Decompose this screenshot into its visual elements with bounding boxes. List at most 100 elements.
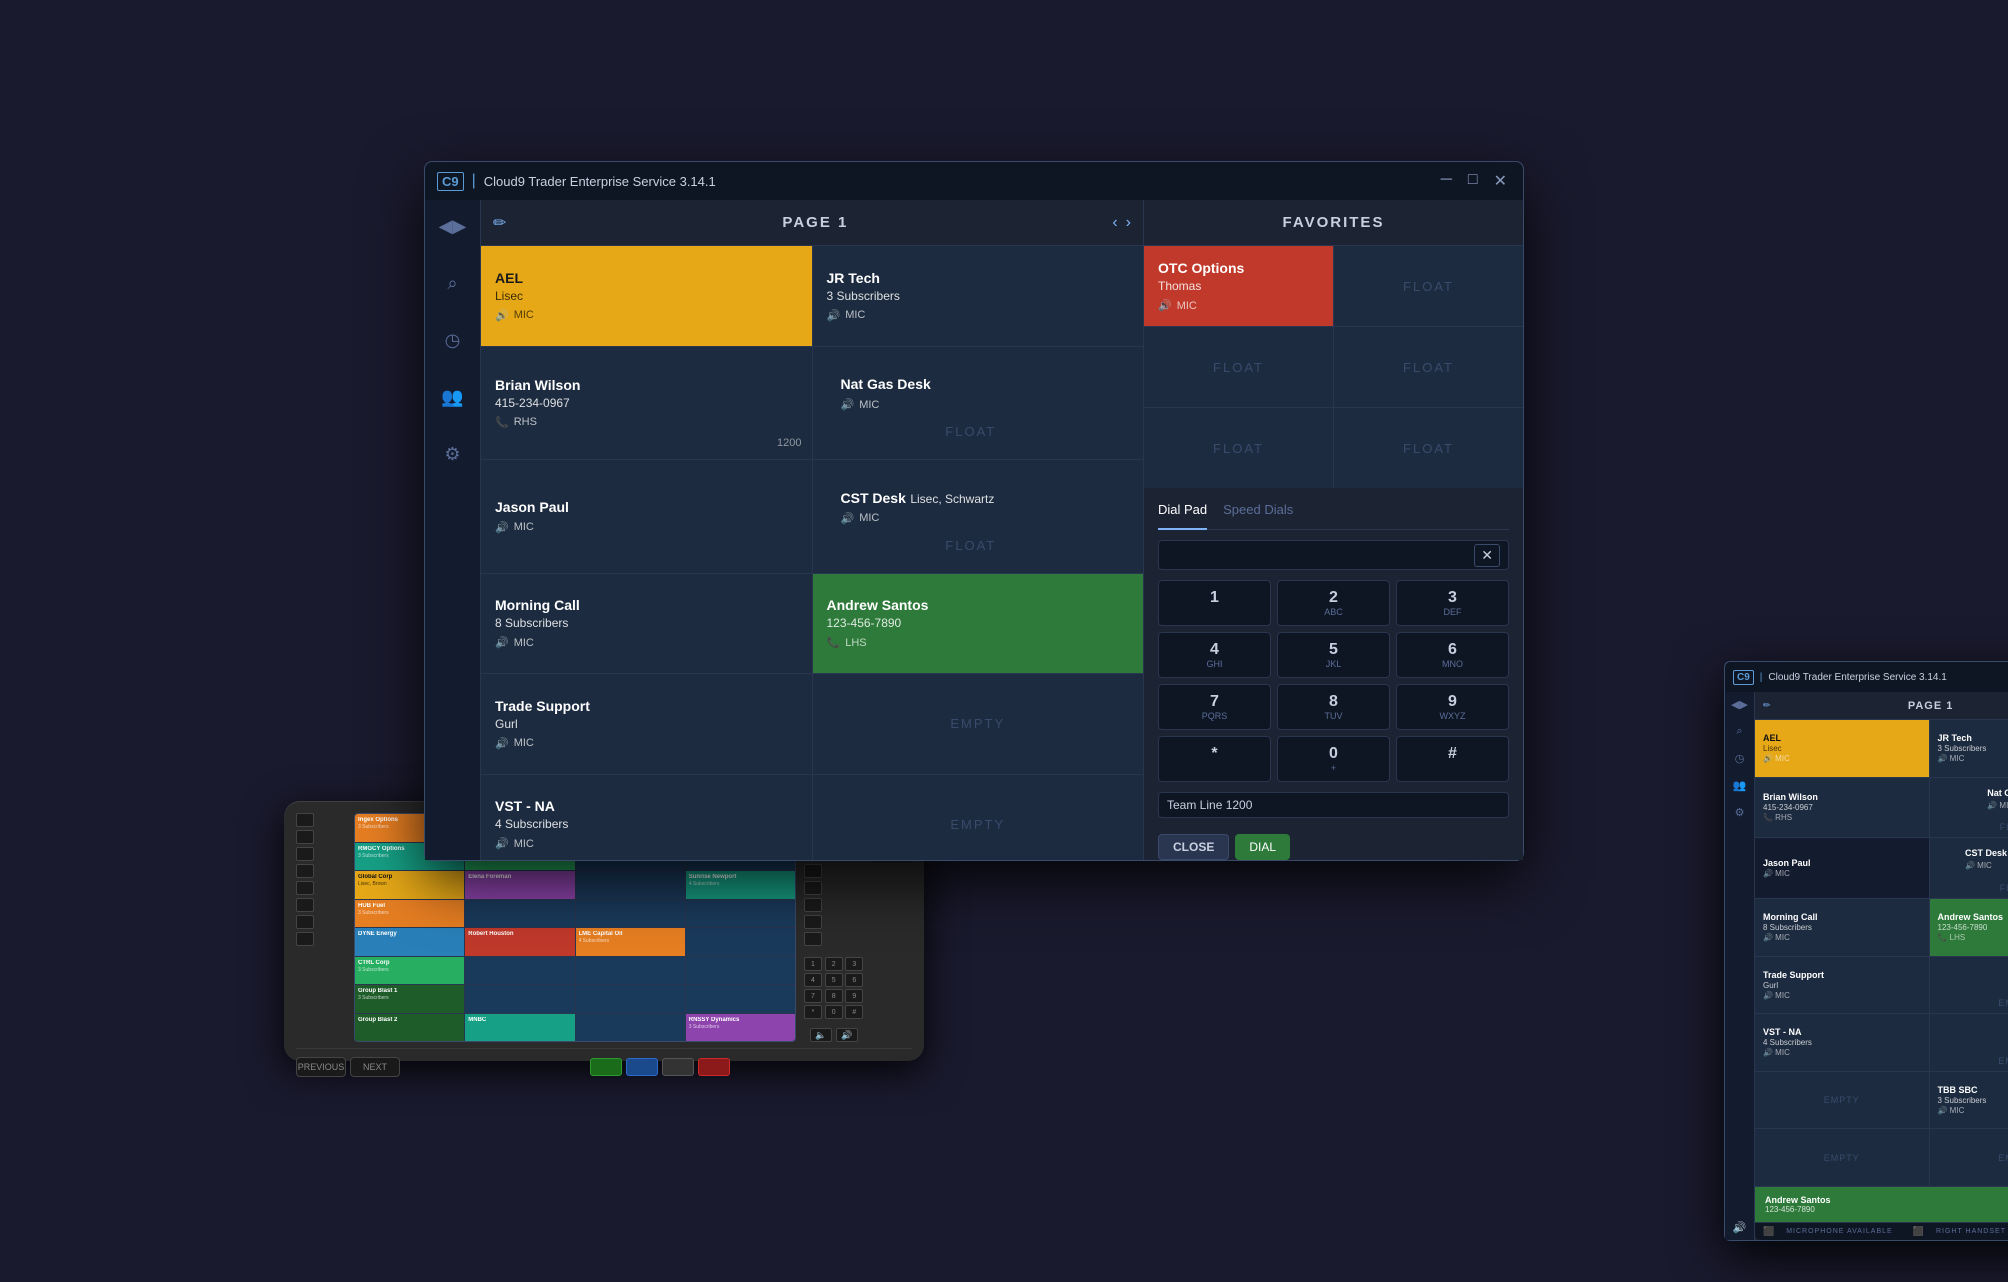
hw-key-3[interactable]: 3 [845, 957, 863, 971]
hw-mute-btn[interactable] [662, 1058, 694, 1076]
hw-cell-empty9[interactable] [465, 957, 574, 985]
hw-key-2[interactable]: 2 [825, 957, 843, 971]
cell-jason-paul[interactable]: Jason Paul 🔊 MIC [481, 460, 812, 573]
hw-btn-7[interactable] [296, 915, 314, 929]
tablet-history-icon[interactable]: ◷ [1735, 752, 1745, 765]
hw-btn-8[interactable] [296, 932, 314, 946]
hw-cell-group1[interactable]: Group Blast 1 3 Subscribers [355, 985, 464, 1013]
hw-right-btn-5[interactable] [804, 881, 822, 895]
hw-cell-empty7[interactable] [686, 900, 795, 928]
fav-cell-float4[interactable]: FLOAT [1144, 408, 1333, 488]
dial-key-star[interactable]: * [1158, 736, 1271, 782]
tablet-cell-andrew-santos[interactable]: Andrew Santos 123-456-7890 📞 LHS 1200 [1930, 899, 2008, 956]
tab-speed-dials[interactable]: Speed Dials [1223, 502, 1293, 521]
hw-right-btn-8[interactable] [804, 932, 822, 946]
close-button[interactable]: ✕ [1490, 171, 1511, 191]
hw-cell-empty12[interactable] [465, 985, 574, 1013]
hw-hold-btn[interactable] [626, 1058, 658, 1076]
tablet-search-icon[interactable]: ⌕ [1736, 725, 1742, 738]
hw-vol-up[interactable]: 🔊 [836, 1028, 858, 1042]
hw-cell-empty6[interactable] [576, 900, 685, 928]
cell-morning-call[interactable]: Morning Call 8 Subscribers 🔊 MIC [481, 574, 812, 674]
hw-next-btn[interactable]: NEXT [350, 1057, 400, 1077]
hw-cell-elena[interactable]: Elena Foreman [465, 871, 574, 899]
hw-key-1[interactable]: 1 [804, 957, 822, 971]
tablet-contacts-icon[interactable]: 👥 [1733, 779, 1747, 792]
hw-key-8[interactable]: 8 [825, 989, 843, 1003]
tablet-cell-jr-tech[interactable]: JR Tech 3 Subscribers 🔊 MIC [1930, 720, 2008, 777]
tablet-cell-empty2[interactable]: EMPTY [1930, 1014, 2008, 1071]
cell-trade-support[interactable]: Trade Support Gurl 🔊 MIC [481, 674, 812, 774]
maximize-button[interactable]: □ [1464, 171, 1482, 191]
dial-key-5[interactable]: 5JKL [1277, 632, 1390, 678]
tablet-cell-ael[interactable]: AEL Lisec 🔊 MIC [1755, 720, 1929, 777]
dial-key-0[interactable]: 0+ [1277, 736, 1390, 782]
hw-btn-3[interactable] [296, 847, 314, 861]
hw-cell-empty11[interactable] [686, 957, 795, 985]
hw-prev-btn[interactable]: PREVIOUS [296, 1057, 346, 1077]
tablet-cell-jason-paul[interactable]: Jason Paul 🔊 MIC [1755, 838, 1929, 898]
dial-input[interactable] [1167, 541, 1474, 569]
hw-key-star[interactable]: * [804, 1005, 822, 1019]
cell-andrew-santos[interactable]: Andrew Santos 123-456-7890 📞 LHS [813, 574, 1144, 674]
hw-cell-empty13[interactable] [576, 985, 685, 1013]
hw-key-7[interactable]: 7 [804, 989, 822, 1003]
tablet-arrows-icon[interactable]: ◀▶ [1731, 698, 1748, 711]
dial-key-2[interactable]: 2ABC [1277, 580, 1390, 626]
hw-right-btn-7[interactable] [804, 915, 822, 929]
tablet-cell-brian[interactable]: Brian Wilson 415-234-0967 📞 RHS [1755, 778, 1929, 838]
hw-vol-down[interactable]: 🔈 [810, 1028, 832, 1042]
hw-cell-empty8[interactable] [686, 928, 795, 956]
sidebar-settings-icon[interactable]: ⚙ [438, 438, 466, 471]
tablet-cell-cst-desk[interactable]: CST Desk Lisec, Schwartz 🔊 MIC FLOAT [1930, 838, 2008, 898]
dial-key-7[interactable]: 7PQRS [1158, 684, 1271, 730]
sidebar-contacts-icon[interactable]: 👥 [435, 381, 469, 414]
hw-key-0[interactable]: 0 [825, 1005, 843, 1019]
cell-vst-na[interactable]: VST - NA 4 Subscribers 🔊 MIC [481, 775, 812, 861]
tablet-cell-trade-support[interactable]: Trade Support Gurl 🔊 MIC [1755, 957, 1929, 1014]
dial-clear-button[interactable]: ✕ [1474, 544, 1500, 567]
hw-cell-global[interactable]: Global Corp Lisec, Brown [355, 871, 464, 899]
hw-btn-4[interactable] [296, 864, 314, 878]
cell-cst-desk[interactable]: CST Desk Lisec, Schwartz 🔊 MIC FLOAT [813, 460, 1144, 573]
sidebar-arrows-icon[interactable]: ◀▶ [433, 210, 473, 243]
sidebar-search-icon[interactable]: ⌕ [441, 267, 463, 300]
hw-right-btn-6[interactable] [804, 898, 822, 912]
hw-cell-ctrl[interactable]: CTRL Corp 3 Subscribers [355, 957, 464, 985]
dial-key-1[interactable]: 1 [1158, 580, 1271, 626]
dial-key-4[interactable]: 4GHI [1158, 632, 1271, 678]
minimize-button[interactable]: ─ [1437, 171, 1456, 191]
fav-cell-otc-options[interactable]: OTC Options Thomas 🔊 MIC [1144, 246, 1333, 326]
hw-btn-1[interactable] [296, 813, 314, 827]
tablet-cell-empty3[interactable]: EMPTY [1755, 1072, 1929, 1129]
hw-cell-group2[interactable]: Group Blast 2 [355, 1014, 464, 1042]
page-next-button[interactable]: › [1126, 214, 1131, 232]
hw-cell-mnbc[interactable]: MNBC [465, 1014, 574, 1042]
cell-brian-wilson[interactable]: Brian Wilson 415-234-0967 📞 RHS 1200 [481, 347, 812, 460]
tablet-volume-icon[interactable]: 🔊 [1733, 1221, 1747, 1234]
hw-cell-dyne[interactable]: DYNE Energy [355, 928, 464, 956]
hw-end-btn[interactable] [698, 1058, 730, 1076]
hw-cell-rnssy[interactable]: RNSSY Dynamics 3 Subscribers [686, 1014, 795, 1042]
cell-jr-tech[interactable]: JR Tech 3 Subscribers 🔊 MIC [813, 246, 1144, 346]
tablet-cell-vst-na[interactable]: VST - NA 4 Subscribers 🔊 MIC [1755, 1014, 1929, 1071]
hw-cell-lme[interactable]: LME Capital Oil 4 Subscribers [576, 928, 685, 956]
hw-cell-empty15[interactable] [576, 1014, 685, 1042]
tablet-edit-btn[interactable]: ✏ [1763, 700, 1771, 711]
hw-cell-empty4[interactable] [576, 871, 685, 899]
hw-key-6[interactable]: 6 [845, 973, 863, 987]
dial-key-6[interactable]: 6MNO [1396, 632, 1509, 678]
tablet-settings-icon[interactable]: ⚙ [1735, 806, 1745, 819]
hw-cell-empty14[interactable] [686, 985, 795, 1013]
edit-page-button[interactable]: ✏ [493, 213, 506, 233]
hw-call-btn[interactable] [590, 1058, 622, 1076]
fav-cell-float2[interactable]: FLOAT [1144, 327, 1333, 407]
hw-btn-6[interactable] [296, 898, 314, 912]
hw-btn-5[interactable] [296, 881, 314, 895]
dial-key-3[interactable]: 3DEF [1396, 580, 1509, 626]
cell-nat-gas[interactable]: Nat Gas Desk 🔊 MIC FLOAT [813, 347, 1144, 460]
hw-btn-2[interactable] [296, 830, 314, 844]
tablet-cell-nat-gas[interactable]: Nat Gas Desk 🔊 MIC FLOAT [1930, 778, 2008, 838]
hw-key-5[interactable]: 5 [825, 973, 843, 987]
page-prev-button[interactable]: ‹ [1112, 214, 1117, 232]
